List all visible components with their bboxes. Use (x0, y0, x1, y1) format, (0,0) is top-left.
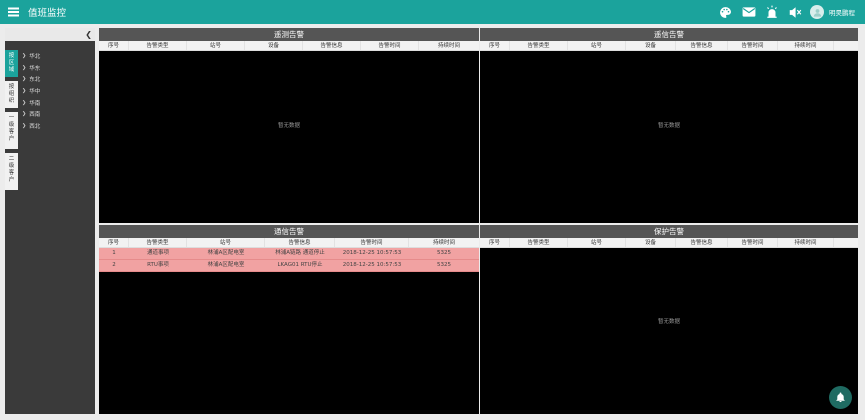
palette-icon[interactable] (714, 0, 737, 24)
column-header: 告警信息 (303, 41, 361, 50)
empty-state: 暂无数据 (657, 319, 680, 325)
empty-state: 暂无数据 (277, 123, 300, 129)
protection-alarm-panel: 保护告警 序号 告警类型 站号 设备 告警信息 告警时间 持续时间 暂无数据 (480, 225, 858, 414)
chevron-right-icon: ❯ (22, 64, 27, 71)
panel-title: 保护告警 (480, 225, 858, 238)
column-header: 站号 (187, 41, 245, 50)
username: 明昊鹏程 (829, 9, 855, 17)
user-menu[interactable]: 明昊鹏程 (810, 5, 855, 19)
empty-state: 暂无数据 (657, 123, 680, 129)
column-header: 告警类型 (510, 238, 568, 247)
table-cell: 2018-12-25 10:57:53 (342, 262, 402, 268)
chevron-right-icon: ❯ (22, 122, 27, 129)
column-header: 序号 (99, 238, 129, 247)
panel-title: 遥信告警 (480, 28, 858, 41)
table-header: 序号 告警类型 站号 设备 告警信息 告警时间 持续时间 (480, 41, 858, 51)
column-header: 设备 (245, 41, 303, 50)
sidebar-tabs: 按区域 按组织 一级客户 二级客户 (5, 50, 18, 194)
column-header: 告警信息 (265, 238, 335, 247)
column-header: 站号 (568, 238, 626, 247)
telemetry-alarm-panel: 遥测告警 序号 告警类型 站号 设备 告警信息 告警时间 持续时间 暂无数据 (99, 28, 479, 223)
chevron-right-icon: ❯ (22, 87, 27, 94)
sidebar: ❮ 按区域 按组织 一级客户 二级客户 ❯ 华北 ❯ 华东 ❯ 东北 ❯ 华中 ❯ 华南 … (5, 28, 95, 414)
chevron-right-icon: ❯ (22, 52, 27, 59)
column-header: 告警类型 (129, 238, 187, 247)
tree-item-region[interactable]: ❯ 西南 (22, 108, 40, 120)
table-cell: RTU事项 (147, 262, 169, 268)
column-header: 站号 (187, 238, 265, 247)
tab-second-level-customer[interactable]: 二级客户 (5, 153, 18, 190)
table-cell: 2 (112, 262, 116, 268)
column-header: 告警时间 (728, 238, 778, 247)
table-cell: 5325 (437, 250, 451, 256)
mail-icon[interactable] (737, 0, 760, 24)
tree-item-region[interactable]: ❯ 华北 (22, 50, 40, 62)
sidebar-header: ❮ (5, 28, 95, 41)
table-header: 序号 告警类型 站号 告警信息 告警时间 持续时间 (99, 238, 479, 248)
chevron-right-icon: ❯ (22, 111, 27, 118)
tree-item-region[interactable]: ❯ 东北 (22, 73, 40, 85)
app-title: 值班监控 (28, 8, 67, 19)
bell-icon (836, 392, 845, 403)
tab-by-organization[interactable]: 按组织 (5, 81, 18, 108)
table-header: 序号 告警类型 站号 设备 告警信息 告警时间 持续时间 (480, 238, 858, 248)
tree-item-label: 华南 (29, 100, 41, 107)
panel-title: 通信告警 (99, 225, 479, 238)
collapse-sidebar-icon[interactable]: ❮ (85, 29, 92, 40)
table-cell: 5325 (437, 262, 451, 268)
communication-alarm-panel: 通信告警 序号 告警类型 站号 告警信息 告警时间 持续时间 1 通道事项 林浦… (99, 225, 479, 414)
column-header: 序号 (480, 238, 510, 247)
column-header: 告警时间 (728, 41, 778, 50)
table-header: 序号 告警类型 站号 设备 告警信息 告警时间 持续时间 (99, 41, 479, 51)
column-header: 持续时间 (778, 41, 834, 50)
notification-bell-button[interactable] (829, 386, 852, 409)
tab-by-region[interactable]: 按区域 (5, 50, 18, 77)
table-cell: 林浦A区配电室 (207, 262, 245, 268)
column-header: 告警信息 (676, 41, 728, 50)
tab-first-level-customer[interactable]: 一级客户 (5, 112, 18, 149)
column-header: 持续时间 (437, 43, 460, 49)
table-row[interactable]: 1 通道事项 林浦A区配电室 林浦A链路 通道停止 2018-12-25 10:… (99, 248, 479, 260)
table-row[interactable]: 2 RTU事项 林浦A区配电室 LKAG01 RTU停止 2018-12-25 … (99, 260, 479, 272)
table-cell: 2018-12-25 10:57:53 (342, 250, 402, 256)
header-icons: 明昊鹏程 (714, 0, 865, 24)
tree-item-region[interactable]: ❯ 华南 (22, 97, 40, 109)
tree-item-label: 西北 (29, 123, 41, 130)
chevron-right-icon: ❯ (22, 76, 27, 83)
mute-icon[interactable] (783, 0, 806, 24)
table-cell: 通道事项 (146, 250, 169, 256)
panel-title: 遥测告警 (99, 28, 479, 41)
top-bar: 值班监控 明昊鹏程 (0, 0, 865, 24)
column-header: 序号 (480, 41, 510, 50)
menu-icon[interactable] (2, 0, 24, 24)
column-header: 持续时间 (432, 240, 455, 246)
column-header: 站号 (568, 41, 626, 50)
tree-item-region[interactable]: ❯ 西北 (22, 120, 40, 132)
tree-item-region[interactable]: ❯ 华东 (22, 62, 40, 74)
tree-item-label: 华中 (29, 88, 41, 95)
tree-item-label: 华东 (29, 65, 41, 72)
column-header: 告警类型 (129, 41, 187, 50)
tree-item-region[interactable]: ❯ 华中 (22, 85, 40, 97)
region-tree: ❯ 华北 ❯ 华东 ❯ 东北 ❯ 华中 ❯ 华南 ❯ 西南 ❯ 西北 (22, 50, 40, 132)
column-header: 告警时间 (361, 41, 419, 50)
column-header: 设备 (626, 238, 676, 247)
column-header: 告警类型 (510, 41, 568, 50)
alarm-light-icon[interactable] (760, 0, 783, 24)
tree-item-label: 华北 (29, 53, 41, 60)
column-header: 设备 (626, 41, 676, 50)
column-header: 序号 (99, 41, 129, 50)
table-cell: LKAG01 RTU停止 (277, 262, 323, 268)
avatar (810, 5, 824, 19)
remote-signal-alarm-panel: 遥信告警 序号 告警类型 站号 设备 告警信息 告警时间 持续时间 暂无数据 (480, 28, 858, 223)
table-cell: 1 (112, 250, 116, 256)
table-cell: 林浦A链路 通道停止 (275, 250, 325, 256)
chevron-right-icon: ❯ (22, 99, 27, 106)
tree-item-label: 东北 (29, 77, 41, 84)
table-cell: 林浦A区配电室 (207, 250, 245, 256)
column-header: 告警时间 (335, 238, 409, 247)
column-header: 告警信息 (676, 238, 728, 247)
tree-item-label: 西南 (29, 112, 41, 119)
column-header: 持续时间 (778, 238, 834, 247)
